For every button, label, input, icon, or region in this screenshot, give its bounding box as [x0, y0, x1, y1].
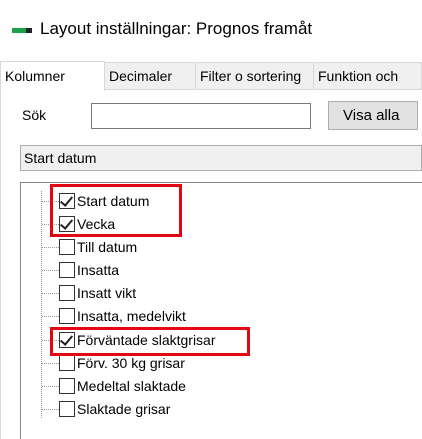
tree-item-label: Medeltal slaktade: [77, 378, 186, 394]
checkbox-unchecked[interactable]: [59, 378, 75, 394]
tree-connector: [42, 293, 59, 294]
tree-connector: [42, 386, 59, 387]
tree-item-label: Insatta, medelvikt: [77, 308, 186, 324]
tab-kolumner[interactable]: Kolumner: [0, 61, 105, 91]
tree-connector: [42, 224, 59, 225]
tab-funktion-och[interactable]: Funktion och: [314, 62, 422, 90]
tree-item-label: Till datum: [77, 239, 138, 255]
tree-item-label: Förväntade slaktgrisar: [77, 332, 216, 348]
checkmark-icon: [59, 332, 74, 346]
tree-connector: [42, 316, 59, 317]
column-tree[interactable]: Start datum Vecka Till datum Insatta Ins…: [20, 182, 422, 439]
tree-item-label: Insatta: [77, 262, 120, 278]
checkbox-checked[interactable]: [59, 193, 75, 209]
tree-item-label: Förv. 30 kg grisar: [77, 355, 185, 371]
tab-strip: Kolumner Decimaler Filter o sortering Fu…: [0, 61, 422, 91]
tree-connector: [42, 270, 59, 271]
show-all-button[interactable]: Visa alla: [328, 101, 418, 130]
app-logo-icon: [12, 28, 32, 33]
checkbox-unchecked[interactable]: [59, 401, 75, 417]
checkbox-unchecked[interactable]: [59, 285, 75, 301]
checkbox-unchecked[interactable]: [59, 262, 75, 278]
search-label: Sök: [22, 107, 47, 123]
checkmark-icon: [59, 216, 74, 230]
tree-connector: [42, 340, 59, 341]
tree-connector: [42, 363, 59, 364]
search-input[interactable]: [91, 103, 311, 129]
checkbox-checked[interactable]: [59, 332, 75, 348]
column-selector-combo[interactable]: Start datum: [20, 145, 422, 171]
tree-connector: [42, 247, 59, 248]
tab-decimaler[interactable]: Decimaler: [105, 62, 196, 90]
tab-filter-o-sortering[interactable]: Filter o sortering: [196, 62, 314, 90]
tree-item-label: Insatt vikt: [77, 285, 137, 301]
checkbox-unchecked[interactable]: [59, 239, 75, 255]
tree-item-label: Vecka: [77, 216, 116, 232]
tree-item-label: Start datum: [77, 193, 150, 209]
checkbox-checked[interactable]: [59, 216, 75, 232]
tree-connector: [42, 201, 59, 202]
checkbox-unchecked[interactable]: [59, 355, 75, 371]
checkbox-unchecked[interactable]: [59, 308, 75, 324]
checkmark-icon: [59, 193, 74, 207]
tree-item-label: Slaktade grisar: [77, 401, 171, 417]
tree-connector: [42, 409, 59, 410]
tree-connector-line: [41, 191, 42, 418]
window-title: Layout inställningar: Prognos framåt: [40, 19, 313, 38]
title-bar: Layout inställningar: Prognos framåt: [0, 0, 422, 62]
